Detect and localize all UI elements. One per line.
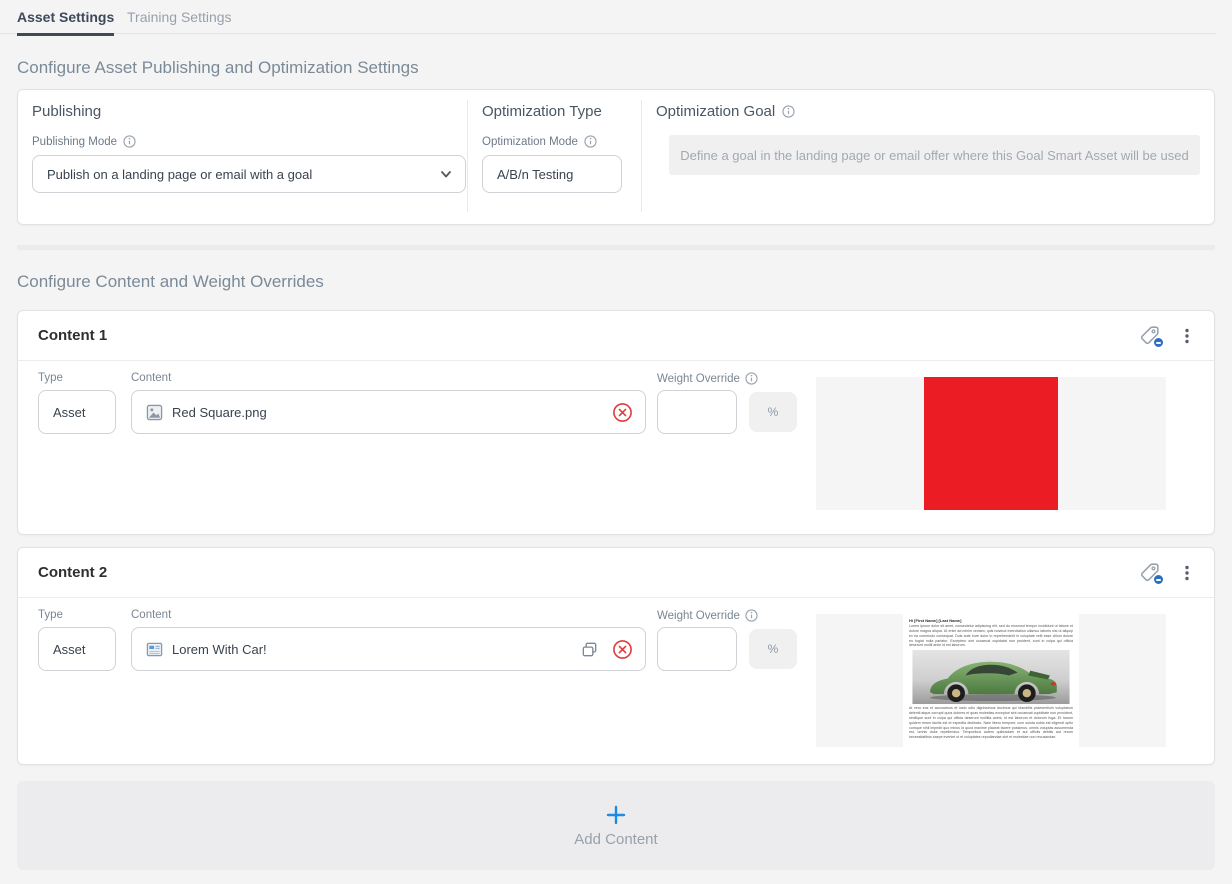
optimization-mode-value: A/B/n Testing [497, 167, 573, 182]
optimization-mode-field[interactable]: A/B/n Testing [482, 155, 622, 193]
landing-page-preview: Hi [First Name] [Last Name] Lorem ipsum … [903, 614, 1079, 747]
optimization-goal-message: Define a goal in the landing page or ema… [669, 135, 1200, 175]
content-preview [816, 377, 1166, 510]
column-divider [467, 100, 468, 212]
optimization-goal-title: Optimization Goal [656, 103, 775, 120]
weight-override-input[interactable] [657, 627, 737, 671]
percent-button[interactable]: % [749, 392, 797, 432]
publishing-title: Publishing [32, 103, 466, 120]
kebab-menu-icon[interactable] [1178, 564, 1196, 582]
info-icon[interactable] [745, 609, 758, 622]
content-picker-field[interactable]: Red Square.png [131, 390, 646, 434]
optimization-type-title: Optimization Type [482, 103, 632, 120]
plus-icon [605, 804, 627, 826]
remove-content-icon[interactable] [612, 639, 633, 660]
type-label: Type [38, 372, 63, 384]
publishing-mode-select[interactable]: Publish on a landing page or email with … [32, 155, 466, 193]
add-content-button[interactable]: Add Content [17, 781, 1215, 870]
content-value: Lorem With Car! [172, 642, 571, 657]
preview-paragraph: Lorem ipsum dolor sit amet, consectetur … [909, 624, 1073, 648]
content-card-2: Content 2 Type Asset Content Lorem With … [17, 547, 1215, 765]
publishing-settings-card: Publishing Publishing Mode Publish on a … [17, 89, 1215, 225]
content-label: Content [131, 372, 171, 384]
weight-override-label: Weight Override [657, 373, 740, 385]
column-divider [641, 100, 642, 212]
content-card-title: Content 2 [38, 564, 107, 581]
publishing-mode-value: Publish on a landing page or email with … [47, 167, 312, 182]
weight-override-input[interactable] [657, 390, 737, 434]
optimization-mode-label: Optimization Mode [482, 136, 578, 148]
info-icon[interactable] [123, 135, 136, 148]
content-value: Red Square.png [172, 405, 603, 420]
publishing-mode-label: Publishing Mode [32, 136, 117, 148]
tab-asset-settings[interactable]: Asset Settings [17, 9, 114, 36]
content-picker-field[interactable]: Lorem With Car! [131, 627, 646, 671]
content-section-heading: Configure Content and Weight Overrides [17, 272, 324, 292]
info-icon[interactable] [584, 135, 597, 148]
content-label: Content [131, 609, 171, 621]
content-card-header: Content 2 [18, 548, 1214, 598]
tag-badge [1153, 574, 1164, 585]
content-card-title: Content 1 [38, 327, 107, 344]
smart-tag-icon[interactable] [1137, 560, 1162, 585]
template-asset-icon [146, 641, 163, 658]
publishing-section-heading: Configure Asset Publishing and Optimizat… [17, 58, 419, 78]
content-card-1: Content 1 Type Asset Content Red Square.… [17, 310, 1215, 535]
optimization-type-column: Optimization Type Optimization Mode A/B/… [482, 103, 632, 193]
info-icon[interactable] [782, 105, 795, 118]
preview-paragraph: At vero eos et accusamus et iusto odio d… [909, 706, 1073, 740]
type-select[interactable]: Asset [38, 627, 116, 671]
type-select[interactable]: Asset [38, 390, 116, 434]
percent-button[interactable]: % [749, 629, 797, 669]
duplicate-icon[interactable] [580, 640, 599, 659]
tab-training-settings[interactable]: Training Settings [127, 9, 232, 33]
type-label: Type [38, 609, 63, 621]
publishing-column: Publishing Publishing Mode Publish on a … [32, 103, 466, 193]
image-asset-icon [146, 404, 163, 421]
info-icon[interactable] [745, 372, 758, 385]
kebab-menu-icon[interactable] [1178, 327, 1196, 345]
tag-badge [1153, 337, 1164, 348]
optimization-goal-column: Optimization Goal Define a goal in the l… [656, 103, 1200, 175]
add-content-label: Add Content [574, 831, 657, 848]
content-card-header: Content 1 [18, 311, 1214, 361]
red-square-preview [924, 377, 1058, 510]
section-divider [17, 245, 1215, 250]
weight-override-label: Weight Override [657, 610, 740, 622]
smart-tag-icon[interactable] [1137, 323, 1162, 348]
content-preview: Hi [First Name] [Last Name] Lorem ipsum … [816, 614, 1166, 747]
chevron-down-icon [439, 167, 453, 181]
tab-bar: Asset Settings Training Settings [0, 0, 1216, 34]
preview-heading: Hi [First Name] [Last Name] [909, 618, 1073, 623]
green-car-image [912, 650, 1070, 704]
remove-content-icon[interactable] [612, 402, 633, 423]
